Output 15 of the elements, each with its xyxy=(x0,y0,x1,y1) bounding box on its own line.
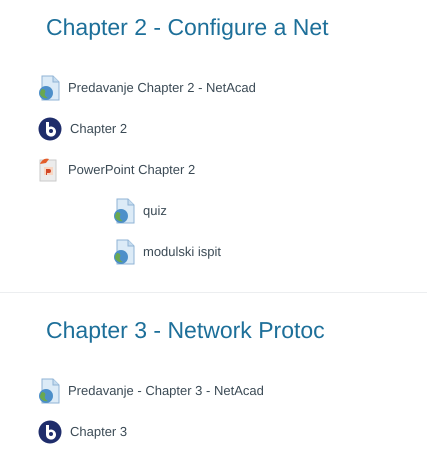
web-page-icon xyxy=(38,74,60,100)
section-title: Chapter 2 - Configure a Net xyxy=(46,14,330,41)
b-circle-icon xyxy=(38,420,62,444)
activity-link[interactable]: Chapter 3 xyxy=(70,424,128,439)
activity-link[interactable]: modulski ispit xyxy=(143,244,222,259)
b-circle-icon xyxy=(38,116,62,140)
web-page-icon xyxy=(113,238,135,264)
web-page-icon xyxy=(113,198,135,224)
activity-link[interactable]: PowerPoint Chapter 2 xyxy=(68,162,196,177)
activity-link[interactable]: Predavanje Chapter 2 - NetAcad xyxy=(68,80,256,95)
activity-link[interactable]: Predavanje - Chapter 3 - NetAcad xyxy=(68,383,264,398)
web-page-icon xyxy=(38,378,60,404)
section-title: Chapter 3 - Network Protoc xyxy=(46,317,326,344)
activity-link[interactable]: Chapter 2 xyxy=(70,121,128,136)
activity-link[interactable]: quiz xyxy=(143,203,167,218)
